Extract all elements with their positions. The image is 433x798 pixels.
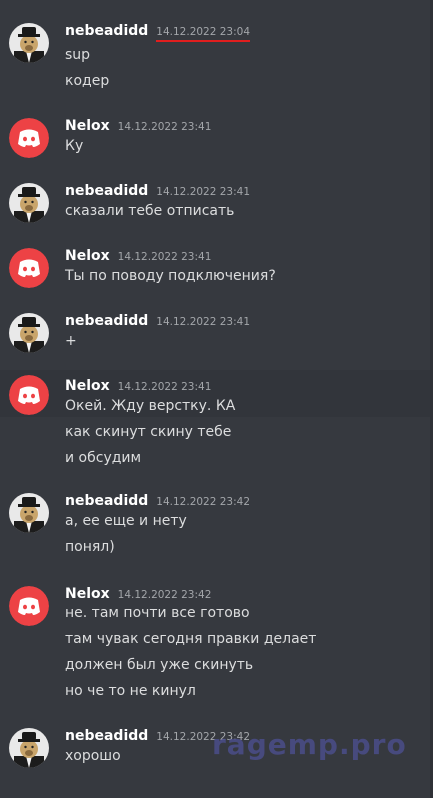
message-header: nebeadidd 14.12.2022 23:41 xyxy=(65,180,250,200)
message-header: Nelox 14.12.2022 23:41 xyxy=(65,245,211,265)
message: nebeadidd 14.12.2022 23:04 sup кодер xyxy=(0,20,433,100)
timestamp[interactable]: 14.12.2022 23:42 xyxy=(118,589,212,601)
discord-avatar[interactable] xyxy=(9,118,49,158)
message-line: как скинут скину тебе xyxy=(65,424,232,440)
message-line: Ты по поводу подключения? xyxy=(65,268,276,284)
chat-log: nebeadidd 14.12.2022 23:04 sup кодер Nelo… xyxy=(0,0,433,798)
dog-hat-avatar[interactable] xyxy=(9,183,49,223)
author-name[interactable]: nebeadidd xyxy=(65,23,148,39)
timestamp[interactable]: 14.12.2022 23:41 xyxy=(118,251,212,263)
message: Nelox 14.12.2022 23:41 Окей. Жду верстку.… xyxy=(0,370,433,480)
discord-avatar[interactable] xyxy=(9,248,49,288)
author-name[interactable]: nebeadidd xyxy=(65,493,148,509)
dog-hat-avatar[interactable] xyxy=(9,493,49,533)
message-header: nebeadidd 14.12.2022 23:41 xyxy=(65,310,250,330)
message: Nelox 14.12.2022 23:42 не. там почти все … xyxy=(0,583,433,708)
message-line: кодер xyxy=(65,73,110,89)
message-line: сказали тебе отписать xyxy=(65,203,235,219)
message-line: там чувак сегодня правки делает xyxy=(65,631,317,647)
message-line: а, ее еще и нету xyxy=(65,513,187,529)
message-line: sup xyxy=(65,47,91,63)
author-name[interactable]: nebeadidd xyxy=(65,183,148,199)
timestamp[interactable]: 14.12.2022 23:41 xyxy=(156,186,250,198)
dog-hat-avatar[interactable] xyxy=(9,313,49,353)
author-name[interactable]: Nelox xyxy=(65,586,110,602)
author-name[interactable]: nebeadidd xyxy=(65,313,148,329)
discord-avatar[interactable] xyxy=(9,375,49,415)
timestamp[interactable]: 14.12.2022 23:41 xyxy=(156,316,250,328)
message-line: не. там почти все готово xyxy=(65,605,250,621)
message-line: понял) xyxy=(65,539,115,555)
message-line: Ку xyxy=(65,138,84,154)
message-header: nebeadidd 14.12.2022 23:42 xyxy=(65,490,250,510)
message: nebeadidd 14.12.2022 23:41 + xyxy=(0,310,433,360)
message-line: + xyxy=(65,333,77,349)
message-header: Nelox 14.12.2022 23:41 xyxy=(65,375,211,395)
author-name[interactable]: Nelox xyxy=(65,118,110,134)
message: nebeadidd 14.12.2022 23:42 а, ее еще и не… xyxy=(0,490,433,570)
message-header: Nelox 14.12.2022 23:42 xyxy=(65,583,211,603)
author-name[interactable]: Nelox xyxy=(65,248,110,264)
timestamp[interactable]: 14.12.2022 23:04 xyxy=(156,26,251,42)
message-line: должен был уже скинуть xyxy=(65,657,254,673)
dog-hat-avatar[interactable] xyxy=(9,23,49,63)
message-line: и обсудим xyxy=(65,450,142,466)
message: Nelox 14.12.2022 23:41 Ку xyxy=(0,115,433,165)
message-header: Nelox 14.12.2022 23:41 xyxy=(65,115,211,135)
timestamp[interactable]: 14.12.2022 23:41 xyxy=(118,381,212,393)
message-line: Окей. Жду верстку. КА xyxy=(65,398,236,414)
watermark: ragemp.pro xyxy=(212,728,407,761)
timestamp[interactable]: 14.12.2022 23:42 xyxy=(156,496,250,508)
author-name[interactable]: Nelox xyxy=(65,378,110,394)
timestamp[interactable]: 14.12.2022 23:41 xyxy=(118,121,212,133)
discord-avatar[interactable] xyxy=(9,586,49,626)
message-line: но че то не кинул xyxy=(65,683,196,699)
message-line: хорошо xyxy=(65,748,121,764)
message: nebeadidd 14.12.2022 23:41 сказали тебе о… xyxy=(0,180,433,230)
dog-hat-avatar[interactable] xyxy=(9,728,49,768)
message: Nelox 14.12.2022 23:41 Ты по поводу подкл… xyxy=(0,245,433,295)
message-header: nebeadidd 14.12.2022 23:04 xyxy=(65,20,251,42)
author-name[interactable]: nebeadidd xyxy=(65,728,148,744)
